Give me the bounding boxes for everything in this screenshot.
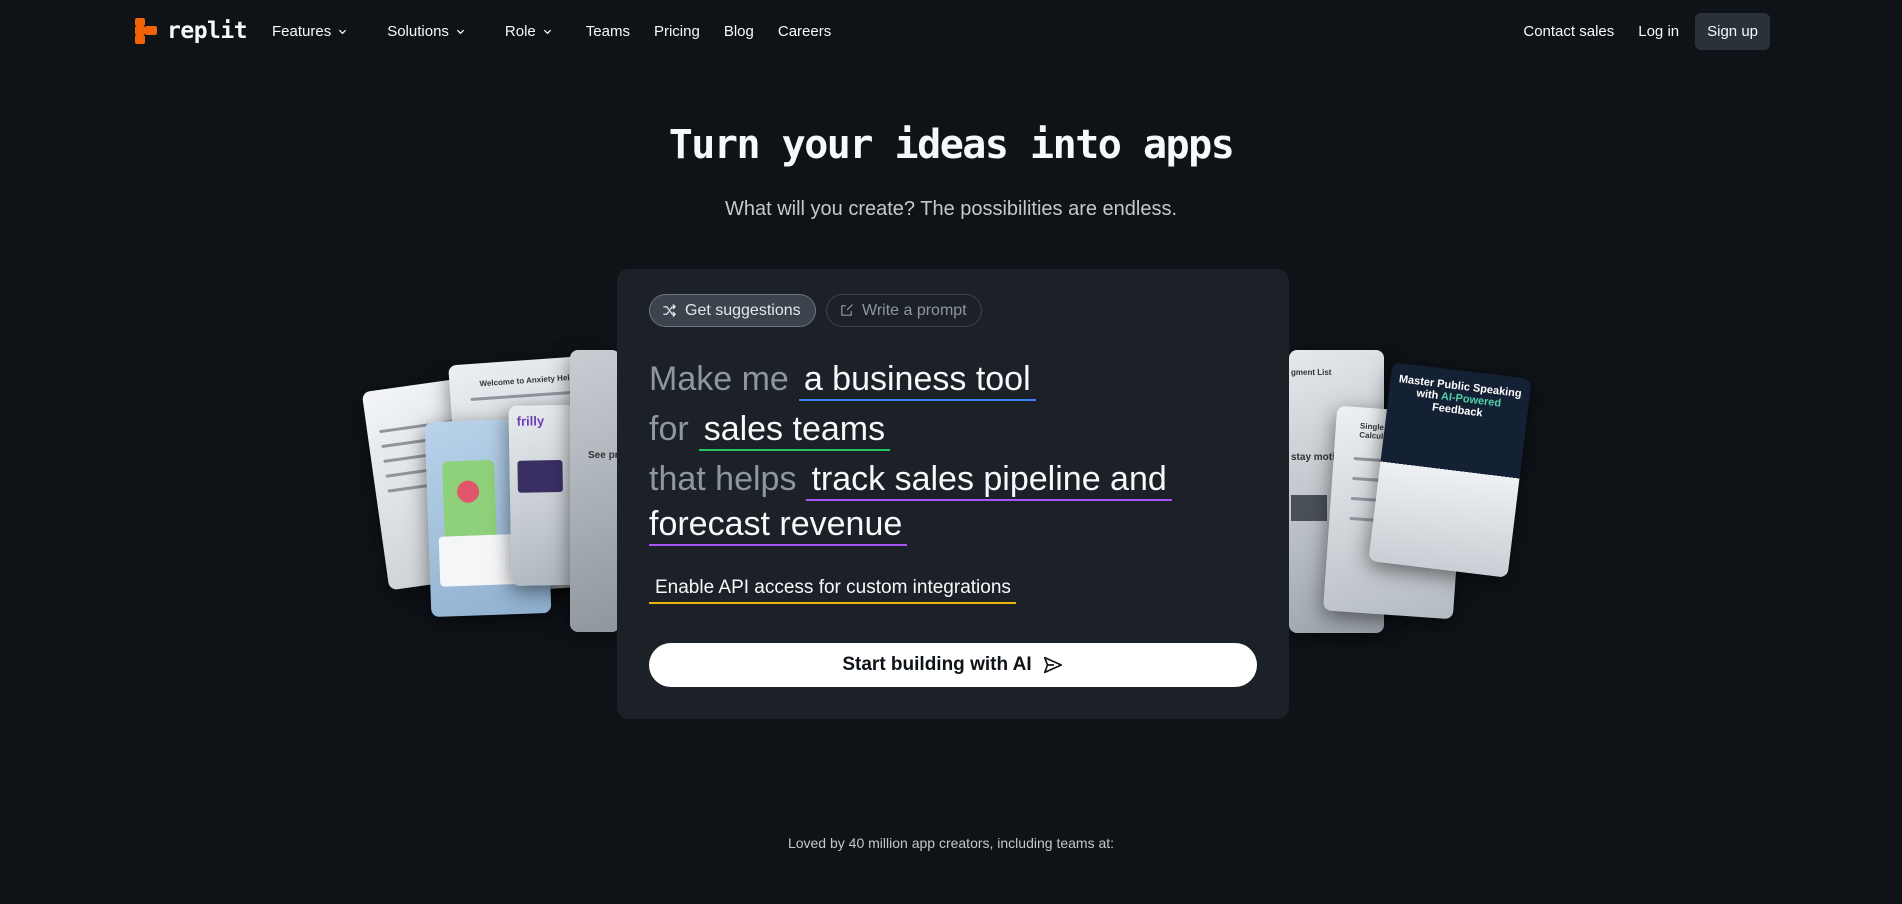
prompt-line: Make me a business tool — [649, 354, 1269, 404]
prompt-sentence: Make me a business tool for sales teams … — [649, 354, 1269, 554]
speaking-title: Master Public Speaking with — [1398, 373, 1523, 402]
app-preview-card: gment List stay motivated — [1289, 350, 1384, 633]
nav-actions: Contact sales Log in Sign up — [1515, 13, 1770, 50]
prompt-line: that helps track sales pipeline and — [649, 454, 1269, 504]
nav-teams[interactable]: Teams — [586, 13, 630, 49]
send-icon — [1043, 656, 1062, 674]
replit-logo[interactable]: replit — [135, 18, 248, 44]
nav-links: Features Solutions Role Teams Pricing Bl… — [272, 0, 831, 62]
nav-teams-label: Teams — [585, 22, 630, 40]
shuffle-icon — [663, 304, 676, 317]
nav-features[interactable]: Features — [272, 13, 347, 49]
prompt-builder-panel: Get suggestions Write a prompt Make me a… — [617, 269, 1289, 719]
card-title: Welcome to Anxiety Helper — [479, 372, 583, 389]
app-preview-card: frilly — [508, 404, 617, 586]
get-suggestions-label: Get suggestions — [685, 301, 801, 319]
nav-role[interactable]: Role — [505, 13, 552, 49]
app-preview-card — [424, 417, 552, 618]
card-title: See pr — [588, 450, 619, 461]
chevron-down-icon — [456, 29, 465, 34]
get-suggestions-tab[interactable]: Get suggestions — [649, 294, 816, 327]
nav-pricing[interactable]: Pricing — [654, 13, 700, 49]
hero-title: Turn your ideas into apps — [668, 122, 1235, 168]
nav-blog-label: Blog — [723, 22, 754, 40]
prompt-line: forecast revenue — [649, 504, 1269, 554]
prompt-feature[interactable]: Enable API access for custom integration… — [649, 577, 1016, 604]
start-building-label: Start building with AI — [842, 654, 1032, 675]
replit-logo-icon — [135, 18, 159, 44]
hero-subtitle: What will you create? The possibilities … — [724, 198, 1178, 220]
nav-blog[interactable]: Blog — [724, 13, 754, 49]
social-proof-text: Loved by 40 million app creators, includ… — [787, 835, 1115, 851]
prompt-line: for sales teams — [649, 404, 1269, 454]
prompt-goal[interactable]: track sales pipeline and — [806, 459, 1172, 501]
prompt-prefix: that helps — [649, 460, 797, 498]
prompt-app-type[interactable]: a business tool — [798, 359, 1036, 401]
start-building-button[interactable]: Start building with AI — [649, 643, 1257, 687]
brand-name: replit — [167, 18, 248, 44]
nav-features-label: Features — [272, 22, 332, 40]
edit-icon — [841, 304, 853, 316]
prompt-goal-continued[interactable]: forecast revenue — [649, 504, 908, 546]
card-title: Single Property Loan Calculator — [1359, 421, 1441, 443]
prompt-prefix: for — [649, 410, 689, 448]
chevron-down-icon — [543, 29, 551, 34]
nav-pricing-label: Pricing — [653, 22, 700, 40]
card-title: frilly — [516, 413, 545, 429]
app-preview-card: See pr — [570, 350, 620, 632]
login-link[interactable]: Log in — [1630, 14, 1687, 50]
nav-solutions[interactable]: Solutions — [387, 13, 465, 49]
speaking-end: Feedback — [1431, 401, 1484, 420]
app-preview-card — [361, 375, 509, 591]
prompt-audience[interactable]: sales teams — [698, 409, 891, 451]
nav-role-label: Role — [504, 22, 536, 40]
nav-careers[interactable]: Careers — [778, 13, 831, 49]
write-prompt-tab[interactable]: Write a prompt — [826, 294, 982, 327]
card-title: stay motivated — [1291, 452, 1362, 463]
nav-careers-label: Careers — [777, 22, 832, 40]
card-title: Master Public Speaking with AI-Powered F… — [1395, 373, 1522, 424]
write-prompt-label: Write a prompt — [862, 301, 967, 319]
app-preview-card: Master Public Speaking with AI-Powered F… — [1368, 362, 1532, 578]
chevron-down-icon — [339, 29, 347, 34]
prompt-prefix: Make me — [649, 360, 789, 398]
top-nav: replit Features Solutions Role Teams Pri… — [0, 0, 1902, 62]
card-title: gment List — [1291, 368, 1332, 377]
app-preview-card: Welcome to Anxiety Helper — [448, 355, 614, 595]
app-preview-card: Single Property Loan Calculator — [1323, 405, 1467, 620]
contact-sales-link[interactable]: Contact sales — [1515, 14, 1622, 50]
speaking-accent: AI-Powered — [1440, 390, 1502, 410]
signup-button[interactable]: Sign up — [1695, 13, 1770, 50]
nav-solutions-label: Solutions — [387, 22, 449, 40]
